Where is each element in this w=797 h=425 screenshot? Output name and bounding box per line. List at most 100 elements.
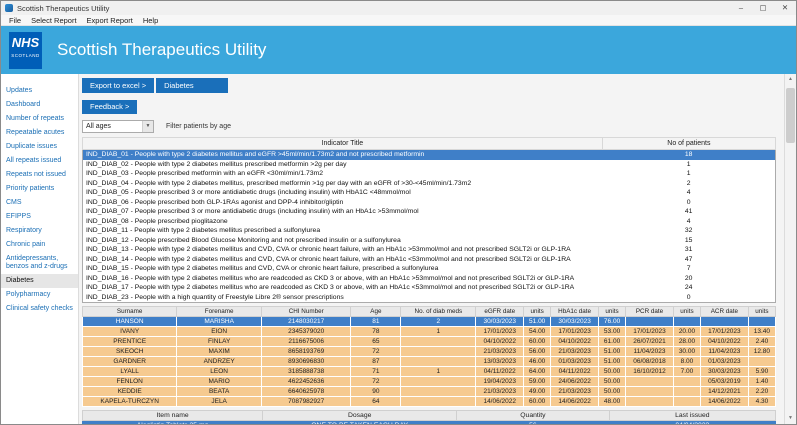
- sidebar-item-repeatable-acutes[interactable]: Repeatable acutes: [1, 126, 78, 140]
- patient-cell: 17/01/2023: [551, 327, 599, 337]
- sidebar-item-efipps[interactable]: EFIPPS: [1, 210, 78, 224]
- sidebar-item-diabetes[interactable]: Diabetes: [1, 274, 78, 288]
- patient-cell: 2: [401, 317, 476, 327]
- patient-cell: 17/01/2023: [476, 327, 524, 337]
- age-filter-value: All ages: [83, 123, 142, 130]
- patient-cell: 1.40: [748, 377, 775, 387]
- item-row[interactable]: Alogliptin Tablets 25 mgONE TO BE TAKEN …: [83, 421, 776, 425]
- window-title: Scottish Therapeutics Utility: [17, 4, 109, 13]
- patient-cell: 72: [351, 377, 401, 387]
- patient-cell: 1: [401, 327, 476, 337]
- section-header-diabetes: Diabetes: [156, 78, 228, 93]
- vertical-scrollbar[interactable]: ▲ ▼: [784, 74, 796, 424]
- sidebar-item-polypharmacy[interactable]: Polypharmacy: [1, 288, 78, 302]
- scroll-up-icon[interactable]: ▲: [785, 74, 796, 85]
- indicator-row[interactable]: IND_DIAB_11 - People with type 2 diabete…: [83, 226, 776, 236]
- patient-cell: 54.00: [524, 327, 551, 337]
- indicator-row[interactable]: IND_DIAB_16 - People with type 2 diabete…: [83, 274, 776, 284]
- patient-cell: 90: [351, 387, 401, 397]
- indicator-row[interactable]: IND_DIAB_23 - People with a high quantit…: [83, 293, 776, 303]
- patient-cell: LEON: [177, 367, 262, 377]
- menu-item-file[interactable]: File: [4, 15, 26, 26]
- patient-cell: 3185888738: [261, 367, 350, 377]
- patient-cell: 2148030217: [261, 317, 350, 327]
- patient-cell: 7087982927: [261, 397, 350, 407]
- patient-cell: 21/03/2023: [476, 387, 524, 397]
- menu-item-select-report[interactable]: Select Report: [26, 15, 81, 26]
- patient-cell: 01/03/2023: [700, 357, 748, 367]
- indicator-row[interactable]: IND_DIAB_02 - People with type 2 diabete…: [83, 160, 776, 170]
- indicator-row[interactable]: IND_DIAB_03 - People prescribed metformi…: [83, 169, 776, 179]
- minimize-icon[interactable]: –: [730, 1, 752, 15]
- sidebar-item-cms[interactable]: CMS: [1, 196, 78, 210]
- patient-cell: 14/06/2022: [551, 397, 599, 407]
- patient-column-header: units: [599, 307, 626, 317]
- indicator-row[interactable]: IND_DIAB_13 - People with type 2 diabete…: [83, 245, 776, 255]
- patient-cell: 2.40: [748, 337, 775, 347]
- export-to-excel-button[interactable]: Export to excel >: [82, 78, 154, 93]
- patient-cell: [626, 387, 674, 397]
- item-cell: ONE TO BE TAKEN EACH DAY: [263, 421, 457, 425]
- patient-cell: 51.00: [599, 347, 626, 357]
- sidebar-item-chronic-pain[interactable]: Chronic pain: [1, 238, 78, 252]
- indicator-title-cell: IND_DIAB_16 - People with type 2 diabete…: [83, 274, 603, 284]
- item-column-header: Dosage: [263, 411, 457, 421]
- patient-cell: 51.00: [599, 357, 626, 367]
- indicator-table: Indicator Title No of patients IND_DIAB_…: [82, 137, 776, 303]
- item-table-header-row: Item nameDosageQuantityLast issued: [83, 411, 776, 421]
- indicator-row[interactable]: IND_DIAB_07 - People prescribed 3 or mor…: [83, 207, 776, 217]
- patient-cell: [401, 347, 476, 357]
- indicator-row[interactable]: IND_DIAB_17 - People with type 2 diabete…: [83, 283, 776, 293]
- patient-cell: 2116675006: [261, 337, 350, 347]
- indicator-row[interactable]: IND_DIAB_14 - People with type 2 diabete…: [83, 255, 776, 265]
- maximize-icon[interactable]: ▢: [752, 1, 774, 15]
- scrollbar-thumb[interactable]: [786, 88, 795, 143]
- sidebar-item-updates[interactable]: Updates: [1, 84, 78, 98]
- sidebar-item-repeats-not-issued[interactable]: Repeats not issued: [1, 168, 78, 182]
- sidebar-item-antidepressants-benzos-and-z-drugs[interactable]: Antidepressants, benzos and z-drugs: [1, 252, 78, 274]
- sidebar-item-all-repeats-issued[interactable]: All repeats issued: [1, 154, 78, 168]
- patient-cell: 1: [401, 367, 476, 377]
- patient-row[interactable]: KEDDIEBEATA66406259789021/03/202349.0021…: [83, 387, 776, 397]
- patient-row[interactable]: PRENTICEFINLAY21166750066504/10/202260.0…: [83, 337, 776, 347]
- patient-table: SurnameForenameCHI NumberAgeNo. of diab …: [82, 306, 776, 407]
- patient-row[interactable]: HANSONMARISHA214803021781230/03/202351.0…: [83, 317, 776, 327]
- indicator-row[interactable]: IND_DIAB_01 - People with type 2 diabete…: [83, 150, 776, 160]
- patient-cell: 21/03/2023: [551, 347, 599, 357]
- indicator-row[interactable]: IND_DIAB_04 - People with type 2 diabete…: [83, 179, 776, 189]
- indicator-title-header: Indicator Title: [83, 138, 603, 150]
- patient-cell: 8.00: [673, 357, 700, 367]
- indicator-count-cell: 41: [602, 207, 775, 217]
- window-controls: – ▢ ✕: [730, 1, 796, 15]
- patient-row[interactable]: SKEOCHMAXIM86581937697221/03/202356.0021…: [83, 347, 776, 357]
- patient-row[interactable]: IVANYEION234537902078117/01/202354.0017/…: [83, 327, 776, 337]
- sidebar-item-number-of-repeats[interactable]: Number of repeats: [1, 112, 78, 126]
- menu-item-export-report[interactable]: Export Report: [82, 15, 138, 26]
- indicator-row[interactable]: IND_DIAB_05 - People prescribed 3 or mor…: [83, 188, 776, 198]
- indicator-row[interactable]: IND_DIAB_15 - People with type 2 diabete…: [83, 264, 776, 274]
- patient-cell: 30.00: [673, 347, 700, 357]
- sidebar-item-respiratory[interactable]: Respiratory: [1, 224, 78, 238]
- feedback-button[interactable]: Feedback >: [82, 100, 137, 114]
- scroll-down-icon[interactable]: ▼: [785, 413, 796, 424]
- sidebar-item-duplicate-issues[interactable]: Duplicate issues: [1, 140, 78, 154]
- menu-item-help[interactable]: Help: [138, 15, 163, 26]
- indicator-row[interactable]: IND_DIAB_12 - People prescribed Blood Gl…: [83, 236, 776, 246]
- patient-row[interactable]: KAPELA-TURCZYNJELA70879829276414/06/2022…: [83, 397, 776, 407]
- item-column-header: Last issued: [609, 411, 775, 421]
- sidebar-item-priority-patients[interactable]: Priority patients: [1, 182, 78, 196]
- patient-row[interactable]: GARDNERANDRZEY89306968308713/03/202346.0…: [83, 357, 776, 367]
- patient-row[interactable]: LYALLLEON318588873871104/11/202264.0004/…: [83, 367, 776, 377]
- sidebar-item-dashboard[interactable]: Dashboard: [1, 98, 78, 112]
- patient-column-header: CHI Number: [261, 307, 350, 317]
- patient-row[interactable]: FENLONMARIO46224526367219/04/202359.0024…: [83, 377, 776, 387]
- indicator-row[interactable]: IND_DIAB_06 - People prescribed both GLP…: [83, 198, 776, 208]
- age-filter-dropdown[interactable]: All ages ▼: [82, 120, 154, 133]
- indicator-count-cell: 24: [602, 283, 775, 293]
- indicator-title-cell: IND_DIAB_03 - People prescribed metformi…: [83, 169, 603, 179]
- patient-cell: KEDDIE: [83, 387, 177, 397]
- sidebar-item-clinical-safety-checks[interactable]: Clinical safety checks: [1, 302, 78, 316]
- indicator-row[interactable]: IND_DIAB_08 - People prescribed pioglita…: [83, 217, 776, 227]
- patient-cell: 30/03/2023: [476, 317, 524, 327]
- close-icon[interactable]: ✕: [774, 1, 796, 15]
